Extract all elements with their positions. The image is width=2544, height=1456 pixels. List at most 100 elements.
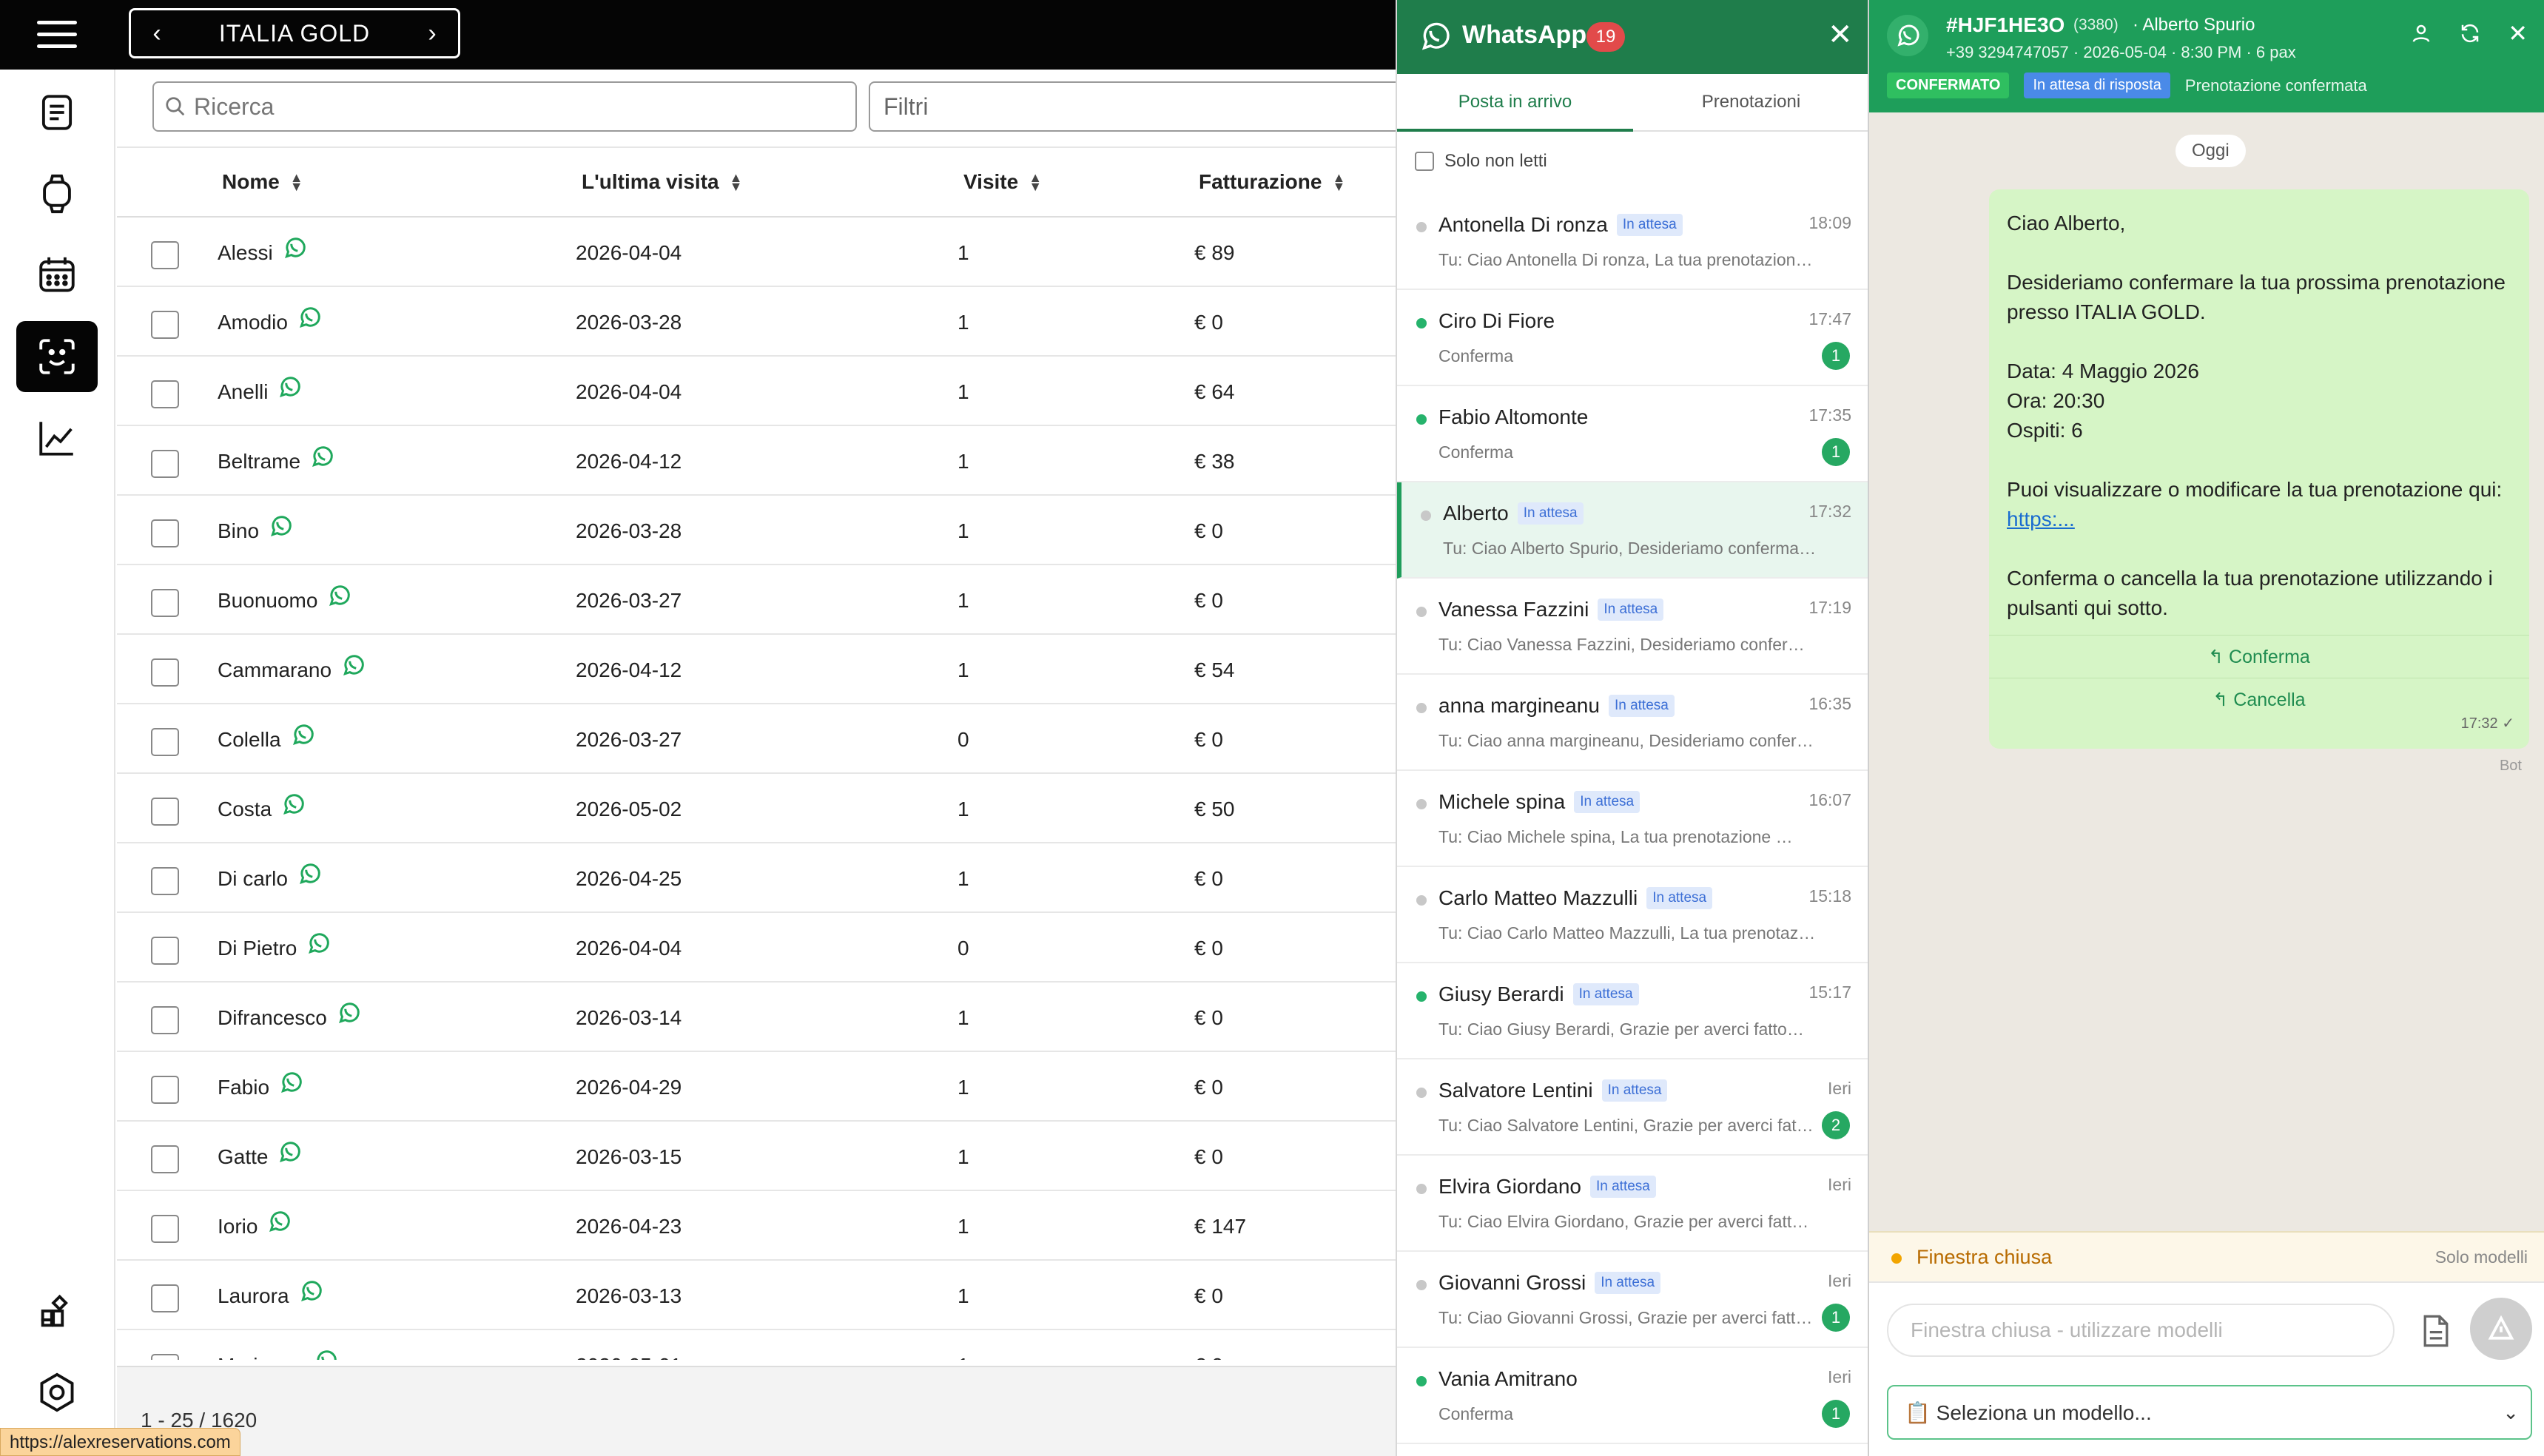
row-checkbox[interactable] bbox=[151, 241, 179, 269]
tab-inbox[interactable]: Posta in arrivo bbox=[1397, 92, 1633, 132]
row-checkbox[interactable] bbox=[151, 1215, 179, 1243]
template-select[interactable]: 📋 Seleziona un modello... ⌄ bbox=[1887, 1385, 2532, 1440]
whatsapp-icon[interactable] bbox=[309, 444, 334, 469]
whatsapp-icon[interactable] bbox=[336, 1000, 361, 1025]
table-row[interactable]: Di Pietro 2026-04-04 0 € 0 bbox=[117, 913, 1396, 983]
tab-reservations[interactable]: Prenotazioni bbox=[1633, 92, 1869, 132]
whatsapp-icon[interactable] bbox=[306, 931, 331, 956]
table-row[interactable]: Iorio 2026-04-23 1 € 147 bbox=[117, 1191, 1396, 1261]
search-box[interactable] bbox=[152, 81, 857, 132]
row-checkbox[interactable] bbox=[151, 867, 179, 895]
table-row[interactable]: Anelli 2026-04-04 1 € 64 bbox=[117, 357, 1396, 426]
whatsapp-icon[interactable] bbox=[277, 1139, 302, 1165]
table-row[interactable]: Amodio 2026-03-28 1 € 0 bbox=[117, 287, 1396, 357]
whatsapp-icon[interactable] bbox=[266, 1209, 292, 1234]
table-row[interactable]: Costa 2026-05-02 1 € 50 bbox=[117, 774, 1396, 843]
row-checkbox[interactable] bbox=[151, 798, 179, 826]
cancel-button[interactable]: ↰ Cancella bbox=[1989, 678, 2529, 721]
whatsapp-icon[interactable] bbox=[297, 861, 322, 886]
whatsapp-icon[interactable] bbox=[313, 1348, 338, 1360]
whatsapp-icon[interactable] bbox=[298, 1278, 323, 1304]
conversation-item[interactable]: Carlo Matteo Mazzulli In attesa 15:18 Tu: C… bbox=[1397, 867, 1869, 963]
chevron-left-icon[interactable]: ‹ bbox=[146, 19, 168, 48]
table-row[interactable]: Colella 2026-03-27 0 € 0 bbox=[117, 704, 1396, 774]
column-header-fatturazione[interactable]: Fatturazione ▲ ▼ bbox=[1199, 170, 1345, 194]
conversation-item[interactable]: anna margineanu In attesa 16:35 Tu: Ciao an… bbox=[1397, 675, 1869, 771]
table-row[interactable]: Alessi 2026-04-04 1 € 89 bbox=[117, 218, 1396, 287]
sort-icon[interactable]: ▲ ▼ bbox=[1029, 171, 1042, 193]
row-checkbox[interactable] bbox=[151, 450, 179, 478]
whatsapp-icon[interactable] bbox=[290, 722, 315, 747]
calendar-icon[interactable] bbox=[16, 240, 98, 311]
table-row[interactable]: Bino 2026-03-28 1 € 0 bbox=[117, 496, 1396, 565]
conversation-item[interactable]: Ciro Di Fiore 17:47 Conferma 1 bbox=[1397, 290, 1869, 386]
close-icon[interactable]: ✕ bbox=[1828, 18, 1853, 52]
widgets-icon[interactable] bbox=[16, 1275, 98, 1347]
row-checkbox[interactable] bbox=[151, 380, 179, 408]
whatsapp-icon[interactable] bbox=[268, 513, 293, 539]
table-row[interactable]: Gatte 2026-03-15 1 € 0 bbox=[117, 1122, 1396, 1191]
unread-only-checkbox[interactable] bbox=[1415, 152, 1434, 171]
whatsapp-icon[interactable] bbox=[280, 792, 306, 817]
refresh-icon[interactable] bbox=[2459, 22, 2481, 50]
send-button[interactable] bbox=[2470, 1298, 2532, 1360]
conversation-item[interactable]: Fabio Altomonte 17:35 Conferma 1 bbox=[1397, 386, 1869, 482]
table-row[interactable]: Beltrame 2026-04-12 1 € 38 bbox=[117, 426, 1396, 496]
row-checkbox[interactable] bbox=[151, 1284, 179, 1312]
table-row[interactable]: Di carlo 2026-04-25 1 € 0 bbox=[117, 843, 1396, 913]
conversation-item[interactable]: Michele spina In attesa 16:07 Tu: Ciao Mich… bbox=[1397, 771, 1869, 867]
table-row[interactable]: Laurora 2026-03-13 1 € 0 bbox=[117, 1261, 1396, 1330]
chart-line-icon[interactable] bbox=[16, 402, 98, 473]
row-checkbox[interactable] bbox=[151, 311, 179, 339]
row-checkbox[interactable] bbox=[151, 1076, 179, 1104]
list-icon[interactable] bbox=[16, 77, 98, 148]
row-checkbox[interactable] bbox=[151, 728, 179, 756]
message-input[interactable] bbox=[1887, 1304, 2395, 1357]
sort-icon[interactable]: ▲ ▼ bbox=[290, 171, 303, 193]
conversation-item[interactable]: Vania Amitrano Ieri Conferma 1 bbox=[1397, 1348, 1869, 1444]
column-header-nome[interactable]: Nome ▲ ▼ bbox=[222, 170, 303, 194]
whatsapp-icon[interactable] bbox=[297, 305, 322, 330]
whatsapp-icon[interactable] bbox=[340, 653, 366, 678]
table-row[interactable]: Buonuomo 2026-03-27 1 € 0 bbox=[117, 565, 1396, 635]
row-checkbox[interactable] bbox=[151, 519, 179, 547]
face-scan-icon[interactable] bbox=[16, 321, 98, 392]
conversation-item[interactable]: Vanessa Fazzini In attesa 17:19 Tu: Ciao Va… bbox=[1397, 579, 1869, 675]
conversation-item[interactable]: Giovanni Grossi In attesa Ieri Tu: Ciao Gio… bbox=[1397, 1252, 1869, 1348]
watch-icon[interactable] bbox=[16, 158, 98, 229]
settings-icon[interactable] bbox=[16, 1357, 98, 1428]
hamburger-menu-icon[interactable] bbox=[37, 21, 77, 50]
conversation-item[interactable]: Salvatore Lentini In attesa Ieri Tu: Ciao S… bbox=[1397, 1059, 1869, 1156]
table-row[interactable]: Cammarano 2026-04-12 1 € 54 bbox=[117, 635, 1396, 704]
whatsapp-icon[interactable] bbox=[278, 1070, 303, 1095]
whatsapp-icon[interactable] bbox=[326, 583, 351, 608]
conversation-item[interactable]: Antonella Di ronza In attesa 18:09 Tu: Ciao… bbox=[1397, 194, 1869, 290]
row-checkbox[interactable] bbox=[151, 1145, 179, 1173]
column-header-visite[interactable]: Visite ▲ ▼ bbox=[963, 170, 1042, 194]
row-checkbox[interactable] bbox=[151, 937, 179, 965]
conversation-item[interactable]: Giusy Berardi In attesa 15:17 Tu: Ciao Gius… bbox=[1397, 963, 1869, 1059]
row-checkbox[interactable] bbox=[151, 1006, 179, 1034]
row-checkbox[interactable] bbox=[151, 589, 179, 617]
row-checkbox[interactable] bbox=[151, 658, 179, 687]
filters-field[interactable]: Filtri bbox=[869, 81, 1401, 132]
sort-icon[interactable]: ▲ ▼ bbox=[730, 171, 743, 193]
column-header-ultima-visita[interactable]: L'ultima visita ▲ ▼ bbox=[582, 170, 743, 194]
reservation-link[interactable]: https:... bbox=[2007, 508, 2075, 530]
whatsapp-icon[interactable] bbox=[282, 235, 307, 260]
unread-only-filter[interactable]: Solo non letti bbox=[1415, 151, 1547, 172]
table-row[interactable]: Fabio 2026-04-29 1 € 0 bbox=[117, 1052, 1396, 1122]
chevron-right-icon[interactable]: › bbox=[421, 19, 443, 48]
close-icon[interactable]: ✕ bbox=[2508, 21, 2528, 50]
document-icon[interactable] bbox=[2421, 1314, 2451, 1348]
row-checkbox[interactable] bbox=[151, 1354, 179, 1360]
conversation-item[interactable]: Elvira Giordano In attesa Ieri Tu: Ciao Elv… bbox=[1397, 1156, 1869, 1252]
conversation-item[interactable]: Alberto In attesa 17:32 Tu: Ciao Alberto Sp… bbox=[1397, 482, 1869, 579]
search-input[interactable] bbox=[194, 92, 823, 121]
whatsapp-icon[interactable] bbox=[277, 374, 302, 400]
table-row[interactable]: Marianna 2026-05-01 1 € 0 bbox=[117, 1330, 1396, 1360]
confirm-button[interactable]: ↰ Conferma bbox=[1989, 635, 2529, 678]
venue-switcher[interactable]: ‹ ITALIA GOLD › bbox=[129, 8, 460, 58]
table-row[interactable]: Difrancesco 2026-03-14 1 € 0 bbox=[117, 983, 1396, 1052]
sort-icon[interactable]: ▲ ▼ bbox=[1332, 171, 1345, 193]
